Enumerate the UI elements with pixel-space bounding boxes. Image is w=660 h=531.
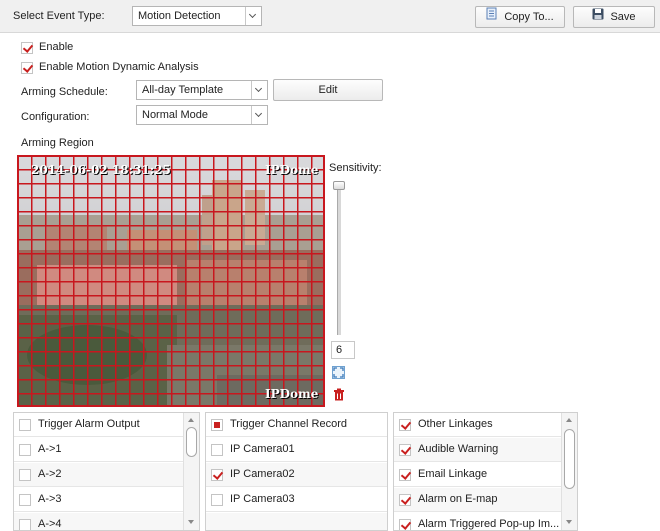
- other-linkages-panel: Other Linkages Audible Warning Email Lin…: [393, 412, 578, 531]
- osd-camera-name-corner: IPDome: [265, 387, 319, 401]
- configuration-label: Configuration:: [21, 111, 90, 123]
- other-linkages-header[interactable]: Other Linkages: [394, 413, 562, 437]
- copy-to-label: Copy To...: [504, 11, 554, 24]
- linkage-checkbox[interactable]: [399, 519, 411, 530]
- other-linkages-select-all-checkbox[interactable]: [399, 419, 411, 431]
- event-type-value: Motion Detection: [138, 10, 221, 22]
- alarm-output-checkbox[interactable]: [19, 519, 31, 530]
- scroll-down-icon[interactable]: [184, 516, 199, 528]
- arming-region-title: Arming Region: [21, 137, 94, 149]
- motion-dynamic-analysis-label: Enable Motion Dynamic Analysis: [39, 61, 199, 73]
- sensitivity-slider-handle[interactable]: [333, 181, 345, 190]
- scrollbar-thumb[interactable]: [186, 427, 197, 457]
- alarm-output-select-all-checkbox[interactable]: [19, 419, 31, 431]
- scrollbar-thumb[interactable]: [564, 429, 575, 489]
- linkage-checkbox[interactable]: [399, 469, 411, 481]
- edit-schedule-label: Edit: [318, 84, 338, 97]
- chevron-down-icon: [251, 81, 267, 99]
- list-item[interactable]: A->4: [14, 513, 184, 530]
- list-item-label: Alarm on E-map: [418, 493, 498, 505]
- list-item-label: A->3: [38, 493, 62, 505]
- channel-checkbox[interactable]: [211, 469, 223, 481]
- list-item[interactable]: Email Linkage: [394, 463, 562, 487]
- event-type-label: Select Event Type:: [13, 10, 105, 22]
- alarm-output-scrollbar[interactable]: [183, 413, 199, 530]
- document-icon: [486, 7, 498, 27]
- linkage-checkbox[interactable]: [399, 494, 411, 506]
- list-item[interactable]: A->2: [14, 463, 184, 487]
- arming-schedule-select[interactable]: All-day Template: [136, 80, 268, 100]
- floppy-disk-icon: [592, 7, 604, 27]
- channel-record-select-all-checkbox[interactable]: [211, 419, 223, 431]
- save-button[interactable]: Save: [573, 6, 655, 28]
- scroll-up-icon[interactable]: [562, 415, 577, 427]
- scroll-up-icon[interactable]: [184, 415, 199, 427]
- list-item-label: IP Camera01: [230, 443, 295, 455]
- other-linkages-header-label: Other Linkages: [418, 418, 493, 430]
- other-linkages-scrollbar[interactable]: [561, 413, 577, 530]
- list-item[interactable]: Alarm on E-map: [394, 488, 562, 512]
- enable-checkbox[interactable]: [21, 42, 33, 54]
- alarm-output-header-label: Trigger Alarm Output: [38, 418, 140, 430]
- list-item[interactable]: IP Camera03: [206, 488, 387, 512]
- list-item-label: A->2: [38, 468, 62, 480]
- save-label: Save: [610, 11, 636, 24]
- copy-to-button[interactable]: Copy To...: [475, 6, 565, 28]
- channel-checkbox[interactable]: [211, 444, 223, 456]
- list-item-label: IP Camera03: [230, 493, 295, 505]
- configuration-value: Normal Mode: [142, 109, 209, 121]
- sensitivity-label: Sensitivity:: [329, 162, 382, 174]
- list-item[interactable]: Audible Warning: [394, 438, 562, 462]
- alarm-output-checkbox[interactable]: [19, 469, 31, 481]
- scroll-down-icon[interactable]: [562, 516, 577, 528]
- list-item[interactable]: IP Camera02: [206, 463, 387, 487]
- list-item[interactable]: Alarm Triggered Pop-up Im...: [394, 513, 562, 530]
- list-item-label: A->1: [38, 443, 62, 455]
- channel-record-panel: Trigger Channel Record IP Camera01 IP Ca…: [205, 412, 388, 531]
- enable-label: Enable: [39, 41, 74, 53]
- edit-schedule-button[interactable]: Edit: [273, 79, 383, 101]
- alarm-output-checkbox[interactable]: [19, 444, 31, 456]
- list-item: [206, 513, 387, 530]
- linkage-checkbox[interactable]: [399, 444, 411, 456]
- motion-dynamic-analysis-checkbox[interactable]: [21, 62, 33, 74]
- list-item-label: Alarm Triggered Pop-up Im...: [418, 518, 560, 530]
- list-item[interactable]: A->1: [14, 438, 184, 462]
- event-type-select[interactable]: Motion Detection: [132, 6, 262, 26]
- alarm-output-panel: Trigger Alarm Output A->1 A->2 A->3 A->4: [13, 412, 200, 531]
- chevron-down-icon: [251, 106, 267, 124]
- list-item[interactable]: A->3: [14, 488, 184, 512]
- chevron-down-icon: [245, 7, 261, 25]
- expand-icon[interactable]: [332, 366, 345, 382]
- alarm-output-checkbox[interactable]: [19, 494, 31, 506]
- list-item-label: Audible Warning: [418, 443, 499, 455]
- arming-schedule-value: All-day Template: [142, 84, 224, 96]
- list-item-label: IP Camera02: [230, 468, 295, 480]
- alarm-output-header[interactable]: Trigger Alarm Output: [14, 413, 184, 437]
- arming-region-canvas[interactable]: 2014-06-02 18:31:25 IPDome IPDome: [17, 155, 325, 407]
- channel-checkbox[interactable]: [211, 494, 223, 506]
- sensitivity-value: 6: [331, 341, 355, 359]
- trash-icon[interactable]: [333, 388, 345, 404]
- arming-schedule-label: Arming Schedule:: [21, 86, 108, 98]
- channel-record-header[interactable]: Trigger Channel Record: [206, 413, 387, 437]
- list-item-label: Email Linkage: [418, 468, 488, 480]
- configuration-select[interactable]: Normal Mode: [136, 105, 268, 125]
- osd-timestamp: 2014-06-02 18:31:25: [31, 163, 171, 177]
- sensitivity-slider-track[interactable]: [337, 185, 341, 335]
- osd-camera-name: IPDome: [265, 163, 319, 177]
- list-item[interactable]: IP Camera01: [206, 438, 387, 462]
- list-item-label: A->4: [38, 518, 62, 530]
- motion-detection-grid[interactable]: [17, 155, 325, 407]
- channel-record-header-label: Trigger Channel Record: [230, 418, 347, 430]
- toolbar: Select Event Type: Motion Detection Copy…: [0, 0, 660, 33]
